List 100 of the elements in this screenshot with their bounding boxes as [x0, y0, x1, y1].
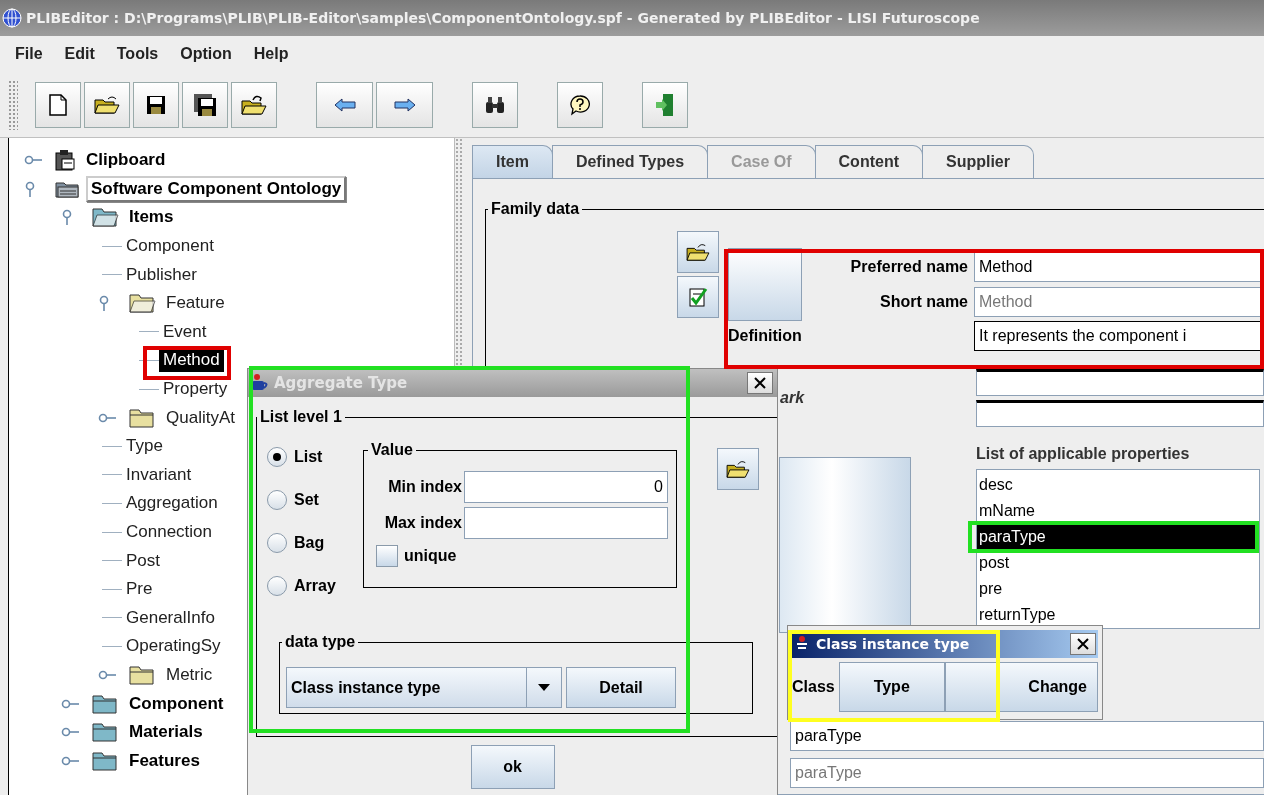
- globe-icon: [2, 8, 22, 28]
- tree-handle-icon[interactable]: [61, 209, 73, 226]
- folder-icon: [128, 664, 156, 686]
- tab[interactable]: Supplier: [922, 145, 1034, 178]
- tree-item[interactable]: Property: [159, 377, 232, 402]
- dialog-button[interactable]: Change: [944, 662, 1098, 712]
- tree-item[interactable]: Pre: [122, 577, 157, 602]
- tree-item[interactable]: Method: [159, 348, 224, 373]
- close-icon: [1077, 638, 1089, 650]
- dialog-title: Aggregate Type: [274, 374, 409, 392]
- ok-button[interactable]: ok: [470, 745, 555, 789]
- validate-button[interactable]: [677, 276, 719, 318]
- tree-handle-icon[interactable]: [61, 726, 79, 739]
- tree-item[interactable]: Features: [125, 748, 204, 773]
- tree-item[interactable]: Invariant: [122, 462, 196, 487]
- tree-item[interactable]: Aggregation: [122, 491, 222, 516]
- tree-handle-icon[interactable]: [98, 411, 116, 424]
- toolbar-button[interactable]: [231, 81, 277, 128]
- close-icon: [754, 377, 766, 389]
- blank-page-icon: [49, 93, 67, 116]
- tree-item[interactable]: GeneralInfo: [122, 605, 219, 630]
- java-cup-icon: [250, 373, 270, 393]
- text-field[interactable]: [976, 369, 1264, 396]
- tree-item[interactable]: QualityAt: [162, 405, 239, 430]
- field-label: Preferred name: [849, 258, 968, 276]
- open-button[interactable]: [677, 231, 719, 273]
- tree-handle-icon[interactable]: [98, 669, 116, 681]
- clipboard-icon: [54, 149, 76, 172]
- left-arrow-icon: [333, 97, 356, 112]
- tree-handle-icon[interactable]: [61, 697, 79, 710]
- toolbar-button[interactable]: [84, 81, 130, 128]
- list-item[interactable]: pre: [977, 576, 1259, 602]
- checked-document-icon: [688, 286, 708, 308]
- field-label: Min index: [387, 478, 462, 496]
- help-bubble-icon: [569, 93, 591, 116]
- radio-button[interactable]: [267, 532, 287, 553]
- radio-button[interactable]: [267, 446, 287, 467]
- field-label: ark: [780, 389, 806, 407]
- tree-item[interactable]: Feature: [162, 291, 229, 316]
- binoculars-icon: [484, 95, 506, 114]
- folder-icon: [91, 692, 119, 715]
- tree-handle-icon[interactable]: [98, 295, 110, 312]
- folder-icon: [91, 721, 119, 744]
- text-field[interactable]: [976, 400, 1264, 427]
- folder-icon: [91, 749, 119, 772]
- tree-item[interactable]: Event: [159, 319, 211, 344]
- close-button[interactable]: [1070, 633, 1096, 655]
- tree-item[interactable]: Software Component Ontology: [86, 175, 347, 202]
- toolbar-button[interactable]: [472, 81, 518, 128]
- field-label: Max index: [383, 514, 462, 532]
- toolbar-button[interactable]: [133, 81, 179, 128]
- field-label: Short name: [879, 292, 968, 311]
- image-button[interactable]: [728, 248, 802, 321]
- toolbar-button[interactable]: [35, 81, 81, 128]
- radio-label: Array: [294, 576, 336, 595]
- tree-handle-icon[interactable]: [61, 754, 79, 767]
- tree-item[interactable]: Post: [122, 548, 165, 573]
- toolbar-button[interactable]: [182, 81, 228, 128]
- menu-item[interactable]: Option: [171, 43, 241, 65]
- tree-item[interactable]: Metric: [162, 663, 217, 687]
- menu-item[interactable]: File: [6, 43, 52, 65]
- list-item[interactable]: post: [977, 550, 1259, 576]
- group-title: Family data: [488, 200, 583, 218]
- close-button[interactable]: [747, 372, 773, 394]
- text-field[interactable]: [464, 507, 668, 539]
- checkbox[interactable]: [376, 545, 398, 567]
- tree-item[interactable]: Type: [122, 434, 167, 459]
- tree-item[interactable]: Clipboard: [82, 148, 170, 173]
- list-item[interactable]: returnType: [977, 602, 1259, 628]
- field-label: Class: [792, 677, 836, 697]
- radio-button[interactable]: [267, 575, 287, 596]
- radio-button[interactable]: [267, 489, 287, 510]
- menu-item[interactable]: Help: [244, 43, 298, 65]
- tree-item[interactable]: Connection: [122, 520, 216, 544]
- menu-item[interactable]: Edit: [55, 43, 104, 65]
- floppy-disks-icon: [193, 92, 217, 117]
- group-title: data type: [282, 633, 359, 651]
- tree-item[interactable]: Materials: [125, 720, 207, 745]
- tree-handle-icon[interactable]: [24, 180, 36, 197]
- menu-item[interactable]: Tools: [107, 43, 168, 65]
- list-item[interactable]: desc: [977, 472, 1259, 498]
- tree-item[interactable]: Items: [125, 205, 178, 230]
- tree-item[interactable]: Publisher: [122, 262, 201, 287]
- checkbox-label: unique: [404, 547, 457, 565]
- radio-label: Set: [294, 490, 319, 509]
- open-folder-icon: [128, 292, 156, 315]
- data-type-dropdown[interactable]: Class instance type: [286, 667, 562, 708]
- detail-button[interactable]: Detail: [566, 667, 676, 708]
- open-button[interactable]: [717, 448, 759, 490]
- tab[interactable]: Item: [472, 145, 553, 178]
- list-item[interactable]: mName: [977, 498, 1259, 524]
- dialog-button[interactable]: Type: [838, 662, 945, 712]
- toolbar-button[interactable]: [557, 81, 603, 128]
- tree-item[interactable]: Component: [122, 234, 218, 259]
- exit-door-icon: [655, 92, 675, 117]
- tree-item[interactable]: OperatingSy: [122, 634, 225, 659]
- text-field[interactable]: paraType: [790, 721, 1264, 751]
- tree-item[interactable]: Component: [125, 691, 228, 716]
- text-field[interactable]: 0: [464, 471, 668, 503]
- tree-handle-icon[interactable]: [24, 154, 42, 167]
